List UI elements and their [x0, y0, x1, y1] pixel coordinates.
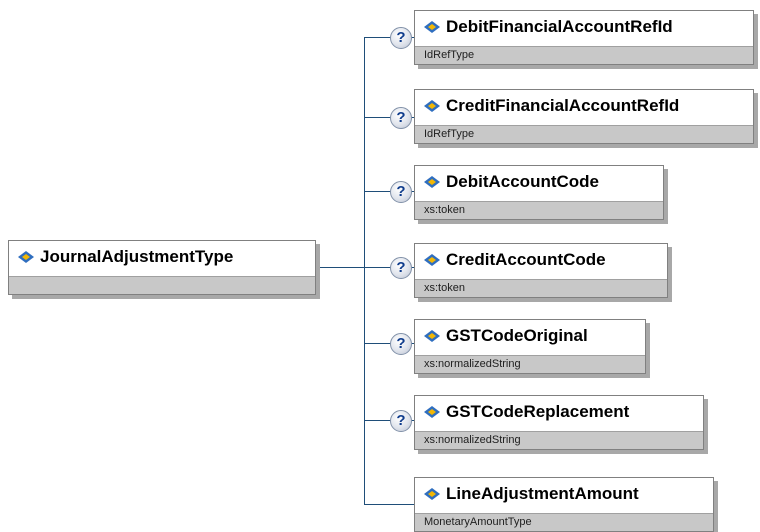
element-icon [424, 254, 440, 266]
root-element-box[interactable]: JournalAdjustmentType [8, 240, 316, 295]
element-name: GSTCodeReplacement [446, 402, 630, 421]
element-type: MonetaryAmountType [415, 513, 713, 531]
element-type: xs:normalizedString [415, 431, 703, 449]
element-type: xs:normalizedString [415, 355, 645, 373]
child-element-box[interactable]: LineAdjustmentAmount MonetaryAmountType [414, 477, 714, 532]
element-icon [424, 21, 440, 33]
optional-icon: ? [390, 410, 412, 432]
branch-connector [364, 504, 414, 505]
child-element-box[interactable]: GSTCodeOriginal xs:normalizedString [414, 319, 646, 374]
element-icon [424, 488, 440, 500]
child-element-box[interactable]: CreditAccountCode xs:token [414, 243, 668, 298]
element-name: CreditAccountCode [446, 250, 606, 269]
element-icon [424, 176, 440, 188]
child-element-box[interactable]: GSTCodeReplacement xs:normalizedString [414, 395, 704, 450]
element-name: DebitAccountCode [446, 172, 599, 191]
element-name: GSTCodeOriginal [446, 326, 588, 345]
element-icon [424, 406, 440, 418]
optional-icon: ? [390, 181, 412, 203]
element-type: xs:token [415, 279, 667, 297]
element-icon [424, 100, 440, 112]
element-type: IdRefType [415, 46, 753, 64]
element-type: xs:token [415, 201, 663, 219]
root-element-name: JournalAdjustmentType [40, 247, 234, 266]
element-type: IdRefType [415, 125, 753, 143]
root-connector [317, 267, 365, 268]
optional-icon: ? [390, 107, 412, 129]
optional-icon: ? [390, 27, 412, 49]
element-name: LineAdjustmentAmount [446, 484, 639, 503]
element-name: CreditFinancialAccountRefId [446, 96, 680, 115]
child-element-box[interactable]: DebitFinancialAccountRefId IdRefType [414, 10, 754, 65]
trunk-connector [364, 37, 365, 505]
optional-icon: ? [390, 333, 412, 355]
optional-icon: ? [390, 257, 412, 279]
element-name: DebitFinancialAccountRefId [446, 17, 673, 36]
root-element-type [9, 276, 315, 294]
element-icon [424, 330, 440, 342]
child-element-box[interactable]: CreditFinancialAccountRefId IdRefType [414, 89, 754, 144]
element-icon [18, 251, 34, 263]
child-element-box[interactable]: DebitAccountCode xs:token [414, 165, 664, 220]
